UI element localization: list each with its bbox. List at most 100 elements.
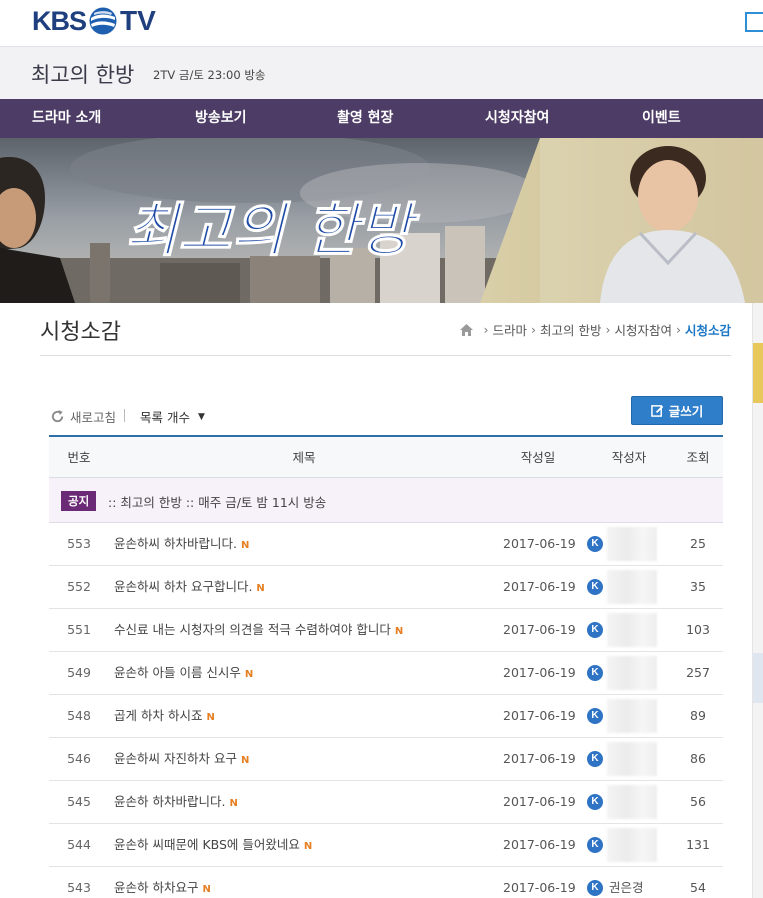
home-icon[interactable] bbox=[460, 323, 474, 336]
row-author: K bbox=[587, 695, 667, 737]
row-date: 2017-06-19 bbox=[503, 579, 576, 594]
nav-event[interactable]: 이벤트 bbox=[642, 99, 681, 138]
row-title-text: 윤손하씨 자진하차 요구 bbox=[114, 751, 237, 766]
row-title[interactable]: 윤손하 씨때문에 KBS에 들어왔네요 N bbox=[114, 824, 312, 866]
table-row[interactable]: 545 윤손하 하차바랍니다. N 2017-06-19 K 56 bbox=[49, 781, 723, 824]
row-date: 2017-06-19 bbox=[503, 751, 576, 766]
author-name: 권은경 bbox=[609, 880, 644, 895]
breadcrumb-sep: › bbox=[530, 322, 536, 337]
row-title[interactable]: 곱게 하차 하시죠 N bbox=[114, 695, 215, 737]
new-marker: N bbox=[244, 669, 254, 680]
table-row[interactable]: 551 수신료 내는 시청자의 의견을 적극 수렴하여야 합니다 N 2017-0… bbox=[49, 609, 723, 652]
header-title: 제목 bbox=[292, 450, 316, 465]
row-views: 35 bbox=[690, 579, 706, 594]
header-date: 작성일 bbox=[520, 450, 556, 465]
breadcrumb-participation[interactable]: 시청자참여 bbox=[614, 320, 672, 339]
row-title[interactable]: 윤손하씨 하차 요구합니다. N bbox=[114, 566, 265, 608]
toolbar-divider bbox=[124, 409, 125, 422]
author-name-blurred bbox=[607, 656, 657, 690]
row-title-text: 윤손하씨 하차 요구합니다. bbox=[114, 579, 253, 594]
logo-tv-text: TV bbox=[120, 5, 156, 36]
row-views: 257 bbox=[686, 665, 710, 680]
write-button[interactable]: 글쓰기 bbox=[631, 396, 723, 425]
refresh-button[interactable]: 새로고침 bbox=[50, 407, 116, 426]
table-row[interactable]: 548 곱게 하차 하시죠 N 2017-06-19 K 89 bbox=[49, 695, 723, 738]
nav-filming-site[interactable]: 촬영 현장 bbox=[337, 99, 393, 138]
row-title[interactable]: 윤손하 하차바랍니다. N bbox=[114, 781, 238, 823]
row-date: 2017-06-19 bbox=[503, 837, 576, 852]
title-divider bbox=[40, 355, 731, 356]
new-marker: N bbox=[202, 884, 211, 895]
row-number: 546 bbox=[67, 751, 91, 766]
row-title-text: 윤손하 씨때문에 KBS에 들어왔네요 bbox=[114, 837, 300, 852]
row-number: 553 bbox=[67, 536, 91, 551]
row-title-text: 윤손하 하차바랍니다. bbox=[114, 794, 226, 809]
row-date: 2017-06-19 bbox=[503, 880, 576, 895]
row-author: K bbox=[587, 652, 667, 694]
table-row[interactable]: 546 윤손하씨 자진하차 요구 N 2017-06-19 K 86 bbox=[49, 738, 723, 781]
row-date: 2017-06-19 bbox=[503, 622, 576, 637]
table-row[interactable]: 543 윤손하 하차요구 N 2017-06-19 K 권은경 54 bbox=[49, 867, 723, 898]
kbs-member-icon: K bbox=[587, 837, 603, 853]
new-marker: N bbox=[303, 841, 313, 852]
breadcrumb-current: 시청소감 bbox=[684, 323, 731, 338]
author-name-blurred bbox=[607, 742, 657, 776]
row-title[interactable]: 윤손하 하차요구 N bbox=[114, 867, 211, 898]
row-number: 545 bbox=[67, 794, 91, 809]
row-title[interactable]: 윤손하씨 자진하차 요구 N bbox=[114, 738, 249, 780]
row-views: 131 bbox=[686, 837, 710, 852]
breadcrumb-sep: › bbox=[483, 322, 489, 337]
row-views: 86 bbox=[690, 751, 706, 766]
row-title[interactable]: 윤손하씨 하차바랍니다. N bbox=[114, 523, 249, 565]
program-bar: 최고의 한방 2TV 금/토 23:00 방송 bbox=[0, 46, 763, 99]
refresh-icon bbox=[51, 409, 64, 423]
table-row[interactable]: 549 윤손하 아들 이름 신시우 N 2017-06-19 K 257 bbox=[49, 652, 723, 695]
drama-banner[interactable]: 최고의 한방 bbox=[0, 138, 763, 303]
row-date: 2017-06-19 bbox=[503, 708, 576, 723]
kbs-member-icon: K bbox=[587, 880, 603, 896]
row-title-text: 수신료 내는 시청자의 의견을 적극 수렴하여야 합니다 bbox=[114, 622, 391, 637]
kbs-member-icon: K bbox=[587, 536, 603, 552]
new-marker: N bbox=[240, 540, 250, 551]
table-row[interactable]: 544 윤손하 씨때문에 KBS에 들어왔네요 N 2017-06-19 K 13… bbox=[49, 824, 723, 867]
row-views: 103 bbox=[686, 622, 710, 637]
refresh-label: 새로고침 bbox=[70, 410, 117, 425]
breadcrumb-drama[interactable]: 드라마 bbox=[492, 320, 527, 339]
nav-drama-intro[interactable]: 드라마 소개 bbox=[32, 99, 101, 138]
new-marker: N bbox=[229, 798, 238, 809]
kbs-member-icon: K bbox=[587, 794, 603, 810]
breadcrumb-program[interactable]: 최고의 한방 bbox=[540, 320, 601, 339]
kbs-member-icon: K bbox=[587, 665, 603, 681]
row-author: K bbox=[587, 824, 667, 866]
row-author: K bbox=[587, 738, 667, 780]
breadcrumb-sep: › bbox=[675, 322, 681, 337]
top-bar: KBS TV bbox=[0, 0, 763, 46]
logo-kbs-text: KBS bbox=[32, 5, 87, 36]
row-title[interactable]: 수신료 내는 시청자의 의견을 적극 수렴하여야 합니다 N bbox=[114, 609, 403, 651]
table-row[interactable]: 553 윤손하씨 하차바랍니다. N 2017-06-19 K 25 bbox=[49, 523, 723, 566]
row-number: 551 bbox=[67, 622, 91, 637]
main-nav: 드라마 소개 방송보기 촬영 현장 시청자참여 이벤트 bbox=[0, 99, 763, 138]
top-right-button[interactable] bbox=[745, 12, 763, 32]
list-count-select[interactable]: 목록 개수 ▼ bbox=[140, 407, 205, 426]
row-number: 544 bbox=[67, 837, 91, 852]
new-marker: N bbox=[206, 712, 215, 723]
kbs-tv-logo[interactable]: KBS TV bbox=[32, 5, 156, 37]
row-views: 89 bbox=[690, 708, 706, 723]
notice-badge: 공지 bbox=[61, 491, 97, 511]
row-title[interactable]: 윤손하 아들 이름 신시우 N bbox=[114, 652, 253, 694]
notice-title[interactable]: :: 최고의 한방 :: 매주 금/토 밤 11시 방송 bbox=[108, 492, 326, 511]
caret-down-icon: ▼ bbox=[197, 411, 205, 422]
author-name-blurred bbox=[607, 785, 657, 819]
notice-row[interactable]: 공지 :: 최고의 한방 :: 매주 금/토 밤 11시 방송 bbox=[49, 478, 723, 523]
row-author: K bbox=[587, 523, 667, 565]
table-row[interactable]: 552 윤손하씨 하차 요구합니다. N 2017-06-19 K 35 bbox=[49, 566, 723, 609]
breadcrumb: › 드라마 › 최고의 한방 › 시청자참여 › 시청소감 bbox=[460, 320, 731, 339]
nav-broadcast[interactable]: 방송보기 bbox=[195, 99, 247, 138]
program-title[interactable]: 최고의 한방 bbox=[31, 59, 134, 89]
row-number: 552 bbox=[67, 579, 91, 594]
nav-viewer-participation[interactable]: 시청자참여 bbox=[485, 99, 549, 138]
author-name-blurred bbox=[607, 527, 657, 561]
row-author: K bbox=[587, 609, 667, 651]
row-author: K 권은경 bbox=[587, 867, 667, 898]
